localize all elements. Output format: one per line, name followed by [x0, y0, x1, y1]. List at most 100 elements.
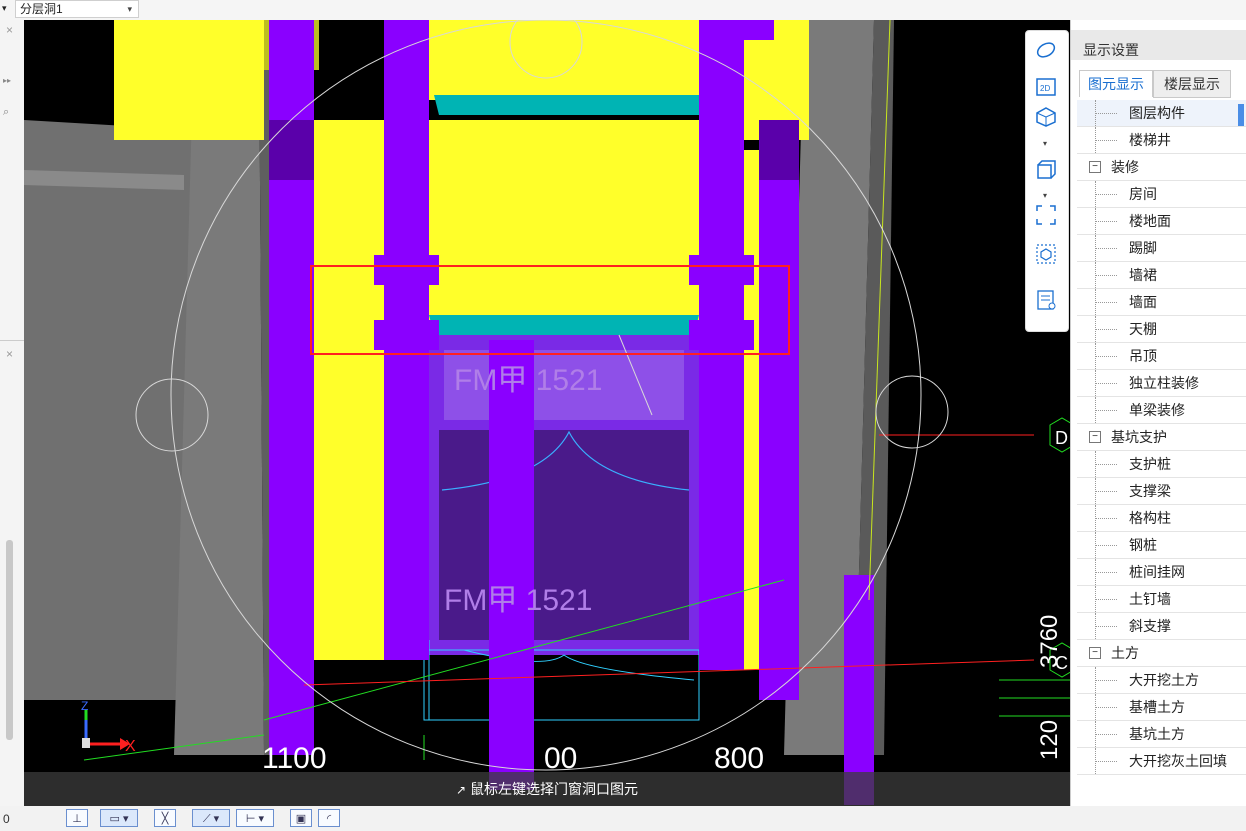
- purple-column-6: [744, 20, 774, 40]
- tree-item[interactable]: 墙裙: [1077, 262, 1246, 289]
- tree-item-label: 土方: [1111, 645, 1139, 661]
- status-message-text: 鼠标左键选择门窗洞口图元: [470, 781, 639, 797]
- select-rect-icon[interactable]: ▭ ▾: [100, 809, 138, 827]
- tree-item-label: 基坑支护: [1111, 429, 1167, 445]
- ortho-icon[interactable]: ⊥: [66, 809, 88, 827]
- offset-icon[interactable]: ⊢ ▾: [236, 809, 274, 827]
- tree-item-label: 支撑梁: [1129, 483, 1171, 499]
- collapse-icon[interactable]: −: [1089, 431, 1101, 443]
- tree-connector: [1095, 248, 1117, 249]
- tree-item-label: 大开挖灰土回填: [1129, 753, 1227, 769]
- left-scrollbar[interactable]: [6, 540, 13, 740]
- tree-item-label: 天棚: [1129, 321, 1157, 337]
- tree-connector: [1095, 572, 1117, 573]
- view-toolbar: 2D ▾ ▾: [1025, 30, 1069, 332]
- tree-item-label: 墙裙: [1129, 267, 1157, 283]
- view-box-icon[interactable]: [1035, 243, 1057, 265]
- tree-item[interactable]: 楼梯井: [1077, 127, 1246, 154]
- tree-item[interactable]: 基槽土方: [1077, 694, 1246, 721]
- tab-floor-display[interactable]: 楼层显示: [1153, 70, 1231, 98]
- tree-item[interactable]: 单梁装修: [1077, 397, 1246, 424]
- tree-connector: [1095, 113, 1117, 114]
- expand-icon[interactable]: ▸▸: [3, 76, 11, 85]
- tree-item-label: 图层构件: [1129, 105, 1185, 121]
- layer-select-value: 分层洞1: [20, 2, 63, 16]
- collapse-icon[interactable]: −: [1089, 161, 1101, 173]
- tree-item-label: 楼梯井: [1129, 132, 1171, 148]
- dropdown-arrow-icon[interactable]: ▾: [1043, 139, 1047, 148]
- tree-item-label: 房间: [1129, 186, 1157, 202]
- tree-connector: [1095, 302, 1117, 303]
- tree-item[interactable]: 独立柱装修: [1077, 370, 1246, 397]
- tree-connector: [1095, 383, 1117, 384]
- tree-connector: [1095, 194, 1117, 195]
- axis-d-label: D: [1055, 428, 1068, 448]
- tree-item[interactable]: 斜支撑: [1077, 613, 1246, 640]
- line-draw-icon[interactable]: ⟋ ▾: [192, 809, 230, 827]
- collapse-icon[interactable]: −: [1089, 647, 1101, 659]
- tree-item[interactable]: 大开挖灰土回填: [1077, 748, 1246, 775]
- panel-title: 显示设置: [1083, 42, 1139, 58]
- layer-select[interactable]: 分层洞1 ▾: [15, 0, 139, 18]
- tree-item[interactable]: 房间: [1077, 181, 1246, 208]
- tree-item[interactable]: 土钉墙: [1077, 586, 1246, 613]
- bottom-toolbar: ⊥ ▭ ▾ ╳ ⟋ ▾ ⊢ ▾ ▣ ◜: [0, 806, 1246, 831]
- 2d-icon[interactable]: 2D: [1035, 76, 1057, 98]
- tree-item[interactable]: 踢脚: [1077, 235, 1246, 262]
- tree-item-label: 楼地面: [1129, 213, 1171, 229]
- tab-element-display[interactable]: 图元显示: [1079, 70, 1153, 97]
- tree-item[interactable]: 基坑土方: [1077, 721, 1246, 748]
- cross-select-icon[interactable]: ╳: [154, 809, 176, 827]
- tree-item[interactable]: − 装修: [1077, 154, 1246, 181]
- tree-connector: [1095, 329, 1117, 330]
- search-icon[interactable]: ⌕: [3, 106, 9, 119]
- 3d-viewport[interactable]: FM甲 1521 FM甲 1521 1100 00 800 3760 120 D…: [24, 20, 1070, 806]
- dim-label-00: 00: [544, 742, 577, 775]
- tree-item[interactable]: 墙面: [1077, 289, 1246, 316]
- tree-item-label: 单梁装修: [1129, 402, 1185, 418]
- tree-item[interactable]: − 土方: [1077, 640, 1246, 667]
- tree-item[interactable]: 钢桩: [1077, 532, 1246, 559]
- tree-item[interactable]: 图层构件: [1077, 100, 1246, 127]
- tree-item-label: 钢桩: [1129, 537, 1157, 553]
- tree-item-label: 土钉墙: [1129, 591, 1171, 607]
- layer-display-icon[interactable]: [1035, 289, 1057, 311]
- dropdown-arrow-icon[interactable]: ▾: [1043, 191, 1047, 200]
- cube-icon[interactable]: [1035, 159, 1057, 181]
- close-icon[interactable]: ×: [6, 347, 13, 361]
- scroll-indicator[interactable]: [1238, 104, 1244, 126]
- purple-column-3-cap-2: [689, 320, 754, 350]
- tree-item[interactable]: 桩间挂网: [1077, 559, 1246, 586]
- tree-item[interactable]: − 基坑支护: [1077, 424, 1246, 451]
- tree-item-label: 基槽土方: [1129, 699, 1185, 715]
- purple-column-5: [844, 575, 874, 805]
- tree-item-label: 斜支撑: [1129, 618, 1171, 634]
- 3d-view-icon[interactable]: [1035, 106, 1057, 128]
- tree-item[interactable]: 支护桩: [1077, 451, 1246, 478]
- tree-item-label: 支护桩: [1129, 456, 1171, 472]
- tree-item[interactable]: 大开挖土方: [1077, 667, 1246, 694]
- tree-connector: [1095, 518, 1117, 519]
- gizmo-origin: [82, 738, 90, 748]
- model-canvas[interactable]: FM甲 1521 FM甲 1521 1100 00 800 3760 120 D…: [24, 20, 1070, 806]
- axis-c-line: [303, 659, 1035, 686]
- tree-item[interactable]: 支撑梁: [1077, 478, 1246, 505]
- close-icon[interactable]: ×: [6, 23, 13, 37]
- door-label-1: FM甲 1521: [454, 364, 602, 397]
- tree-item[interactable]: 楼地面: [1077, 208, 1246, 235]
- tree-connector: [1095, 734, 1117, 735]
- fit-view-icon[interactable]: [1035, 204, 1057, 226]
- dropdown-arrow-icon[interactable]: ▾: [2, 3, 7, 14]
- tree-item[interactable]: 吊顶: [1077, 343, 1246, 370]
- tree-connector: [1095, 140, 1117, 141]
- arc-icon[interactable]: ◜: [318, 809, 340, 827]
- purple-column-2-cap: [374, 255, 439, 285]
- snap-icon[interactable]: ▣: [290, 809, 312, 827]
- tree-item[interactable]: 格构柱: [1077, 505, 1246, 532]
- x-axis-label: X: [125, 738, 136, 755]
- svg-text:2D: 2D: [1040, 84, 1050, 93]
- tree-item[interactable]: 天棚: [1077, 316, 1246, 343]
- dim-label-120: 120: [1036, 720, 1063, 760]
- orbit-icon[interactable]: [1035, 39, 1057, 61]
- dim-label-800: 800: [714, 742, 764, 775]
